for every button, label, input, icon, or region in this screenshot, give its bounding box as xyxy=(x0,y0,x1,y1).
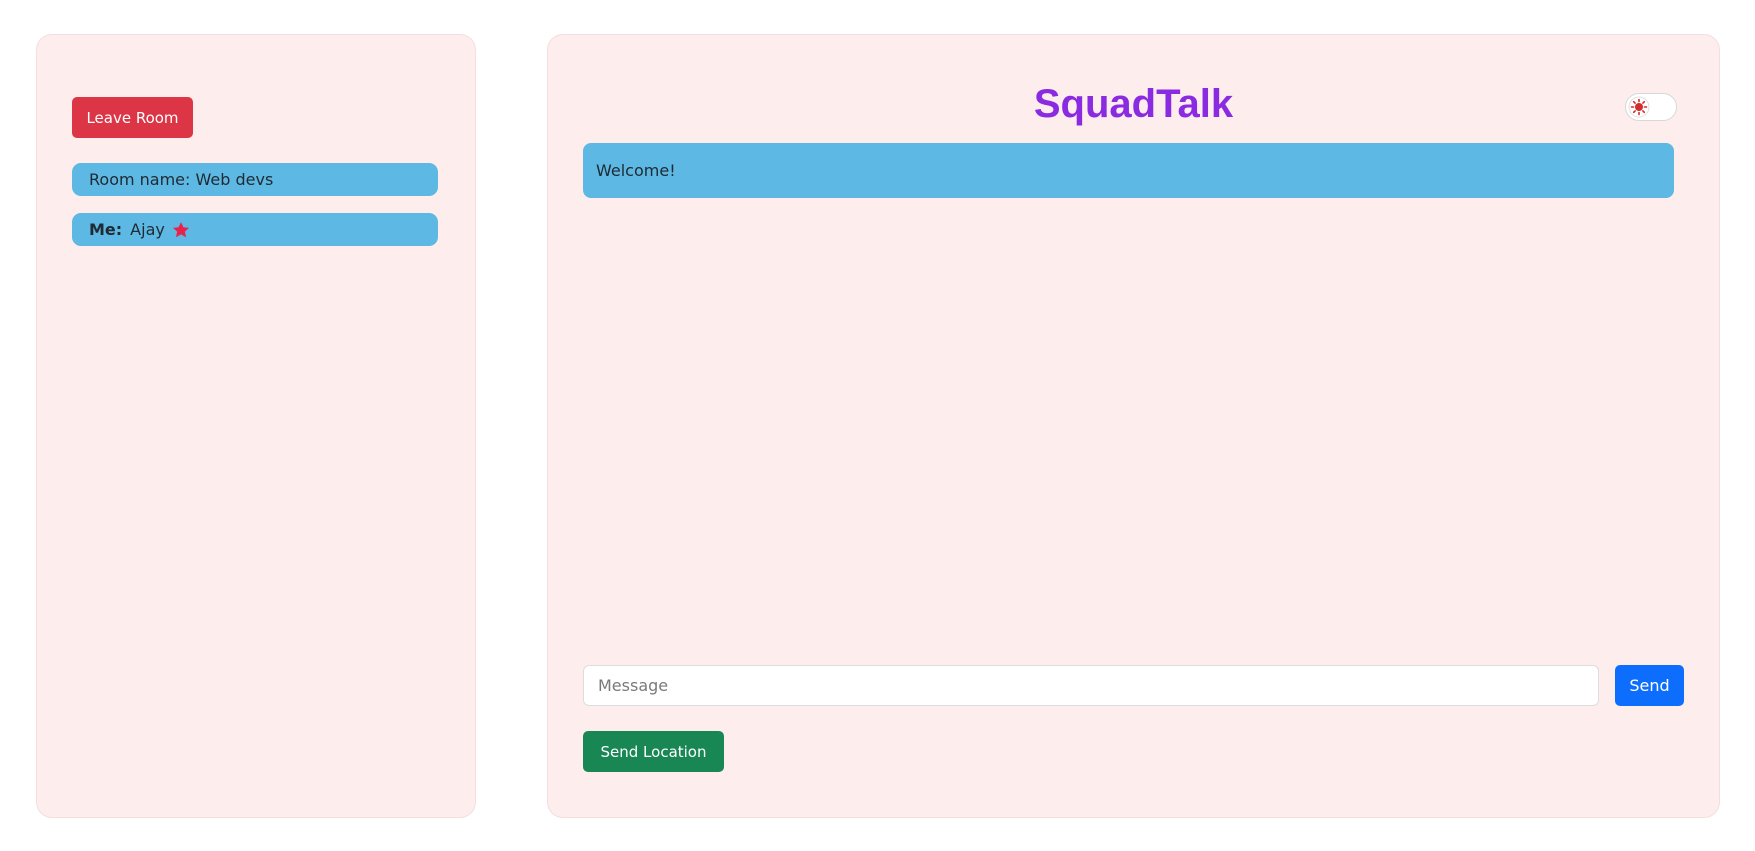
theme-toggle[interactable] xyxy=(1625,93,1677,121)
leave-room-button[interactable]: Leave Room xyxy=(72,97,193,138)
chat-panel: SquadTalk Welcome! Send Send Location xyxy=(547,34,1720,818)
me-label: Me: xyxy=(89,220,123,239)
star-icon xyxy=(172,221,189,237)
sun-icon xyxy=(1628,96,1650,118)
send-location-button[interactable]: Send Location xyxy=(583,731,724,772)
send-button[interactable]: Send xyxy=(1615,665,1684,706)
app-title: SquadTalk xyxy=(1033,82,1234,126)
message-input[interactable] xyxy=(583,665,1599,706)
room-name-badge: Room name: Web devs xyxy=(72,163,438,196)
current-user-badge: Me: Ajay xyxy=(72,213,438,246)
current-user-name: Ajay xyxy=(130,220,165,239)
message-text: Welcome! xyxy=(596,161,676,180)
message-bubble: Welcome! xyxy=(583,143,1674,198)
sidebar-panel: Leave Room Room name: Web devs Me: Ajay xyxy=(36,34,476,818)
room-name-text: Room name: Web devs xyxy=(89,170,274,189)
